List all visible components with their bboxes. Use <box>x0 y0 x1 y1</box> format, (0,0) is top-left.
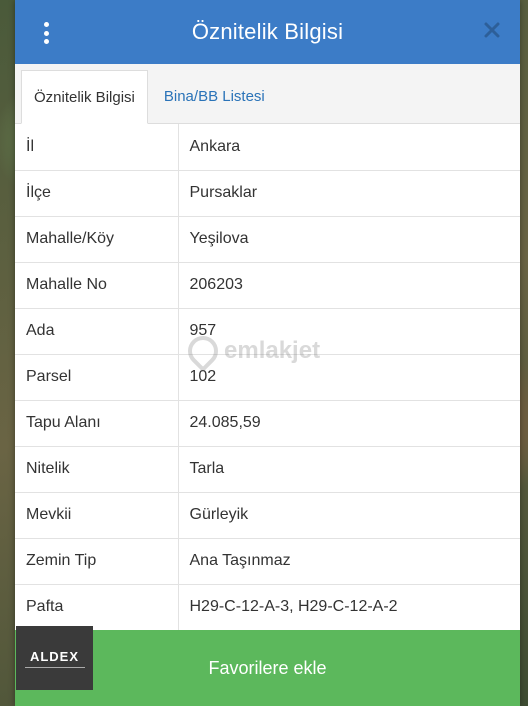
table-row: Ada 957 <box>15 308 520 355</box>
attribute-key: Pafta <box>15 584 179 631</box>
table-row: Tapu Alanı 24.085,59 <box>15 400 520 447</box>
close-icon[interactable] <box>482 20 502 40</box>
attribute-value: Tarla <box>178 446 520 493</box>
table-row: Zemin Tip Ana Taşınmaz <box>15 538 520 585</box>
table-row: Nitelik Tarla <box>15 446 520 493</box>
attribute-value: Ankara <box>178 124 520 171</box>
attribute-value: H29-C-12-A-3, H29-C-12-A-2 <box>178 584 520 631</box>
attribute-value: 24.085,59 <box>178 400 520 447</box>
tab-building-list[interactable]: Bina/BB Listesi <box>148 69 277 123</box>
attribute-key: Parsel <box>15 354 179 401</box>
table-row: Parsel 102 <box>15 354 520 401</box>
logo-text: ALDEX <box>29 648 80 664</box>
attribute-key: Mahalle/Köy <box>15 216 179 263</box>
attribute-key: Nitelik <box>15 446 179 493</box>
table-row: Mahalle/Köy Yeşilova <box>15 216 520 263</box>
attribute-key: Mahalle No <box>15 262 179 309</box>
table-row: Pafta H29-C-12-A-3, H29-C-12-A-2 <box>15 584 520 631</box>
modal-header: Öznitelik Bilgisi <box>15 0 520 64</box>
attribute-value: Pursaklar <box>178 170 520 217</box>
attribute-value: Gürleyik <box>178 492 520 539</box>
attribute-key: Ada <box>15 308 179 355</box>
attribute-key: Zemin Tip <box>15 538 179 585</box>
table-row: İl Ankara <box>15 124 520 171</box>
logo-underline <box>24 666 85 668</box>
attribute-key: İlçe <box>15 170 179 217</box>
attribute-value: Yeşilova <box>178 216 520 263</box>
attribute-value: 206203 <box>178 262 520 309</box>
attribute-info-modal: Öznitelik Bilgisi Öznitelik Bilgisi Bina… <box>15 0 520 706</box>
table-row: İlçe Pursaklar <box>15 170 520 217</box>
tab-bar: Öznitelik Bilgisi Bina/BB Listesi <box>15 64 520 124</box>
attribute-value: 102 <box>178 354 520 401</box>
more-vertical-icon[interactable] <box>41 22 51 44</box>
attribute-key: İl <box>15 124 179 171</box>
attribute-key: Mevkii <box>15 492 179 539</box>
attribute-value: 957 <box>178 308 520 355</box>
brand-logo: ALDEX <box>16 626 93 690</box>
modal-title: Öznitelik Bilgisi <box>191 19 344 44</box>
attribute-value: Ana Taşınmaz <box>178 538 520 585</box>
attribute-table: İl Ankara İlçe Pursaklar Mahalle/Köy Yeş… <box>15 124 520 631</box>
attribute-key: Tapu Alanı <box>15 400 179 447</box>
table-row: Mevkii Gürleyik <box>15 492 520 539</box>
table-row: Mahalle No 206203 <box>15 262 520 309</box>
tab-attribute-info[interactable]: Öznitelik Bilgisi <box>21 70 148 124</box>
